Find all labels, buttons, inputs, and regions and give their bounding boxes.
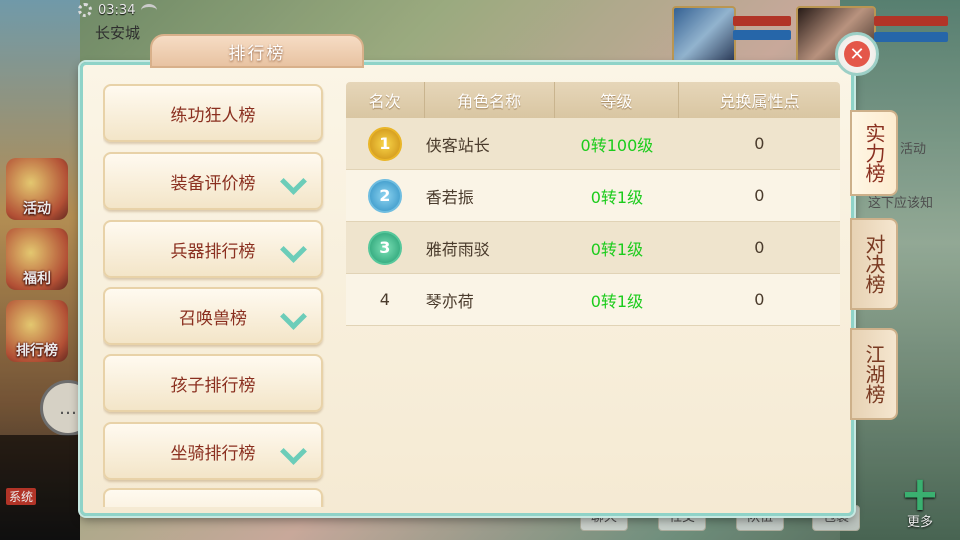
points-cell: 0 — [754, 290, 765, 309]
category-item[interactable]: 坐骑排行榜 — [103, 422, 323, 480]
name-cell: 琴亦荷 — [425, 291, 474, 311]
silver-medal-icon: 2 — [367, 178, 402, 213]
category-list[interactable]: 练功狂人榜 装备评价榜 兵器排行榜 召唤兽榜 孩子排行榜 坐骑排行榜 — [103, 82, 327, 507]
tab-duel[interactable]: 对决榜 — [850, 218, 898, 310]
table-row[interactable]: 2 香若振 0转1级 0 — [346, 170, 840, 222]
name-cell: 侠客站长 — [425, 135, 490, 155]
panel-title: 排行榜 — [150, 34, 364, 68]
tab-label: 对决榜 — [862, 234, 886, 294]
rank-cell: 1 — [346, 118, 424, 169]
category-label: 兵器排行榜 — [170, 241, 256, 262]
category-label: 练功狂人榜 — [170, 105, 256, 126]
close-icon: ✕ — [844, 41, 870, 67]
points-cell: 0 — [754, 238, 765, 257]
rank-cell: 2 — [346, 170, 424, 221]
close-button[interactable]: ✕ — [835, 32, 879, 76]
header-level: 等级 — [555, 82, 679, 118]
name-cell: 香若振 — [425, 187, 474, 207]
gold-medal-icon: 1 — [367, 126, 402, 161]
category-item[interactable]: 装备评价榜 — [103, 152, 323, 210]
tab-label: 实力榜 — [862, 123, 886, 183]
points-cell: 0 — [754, 186, 765, 205]
chevron-down-icon — [280, 168, 307, 195]
header-rank: 名次 — [346, 82, 425, 118]
level-cell: 0转1级 — [590, 187, 644, 207]
level-cell: 0转1级 — [590, 239, 644, 259]
category-item-partial[interactable] — [103, 488, 323, 507]
rank-cell: 4 — [379, 290, 390, 309]
chevron-down-icon — [280, 438, 307, 465]
name-cell: 雅荷雨驳 — [425, 239, 490, 259]
bronze-medal-icon: 3 — [367, 230, 402, 265]
category-item[interactable]: 召唤兽榜 — [103, 287, 323, 345]
level-cell: 0转1级 — [590, 291, 644, 311]
rank-cell: 3 — [346, 222, 424, 273]
category-item[interactable]: 孩子排行榜 — [103, 354, 323, 412]
category-label: 坐骑排行榜 — [170, 443, 256, 464]
table-row[interactable]: 1 侠客站长 0转100级 0 — [346, 118, 840, 170]
tab-jianghu[interactable]: 江湖榜 — [850, 328, 898, 420]
category-item[interactable]: 练功狂人榜 — [103, 84, 323, 142]
chevron-down-icon — [280, 303, 307, 330]
tab-strength[interactable]: 实力榜 — [850, 110, 898, 196]
category-label: 装备评价榜 — [170, 173, 256, 194]
chevron-down-icon — [280, 236, 307, 263]
level-cell: 0转100级 — [580, 135, 654, 155]
header-points: 兑换属性点 — [719, 92, 800, 111]
table-header: 名次 角色名称 等级 兑换属性点 — [346, 82, 840, 118]
category-label: 召唤兽榜 — [179, 308, 247, 329]
header-name: 角色名称 — [425, 82, 555, 118]
tab-label: 江湖榜 — [862, 344, 886, 404]
table-row[interactable]: 4 琴亦荷 0转1级 0 — [346, 274, 840, 326]
points-cell: 0 — [754, 134, 765, 153]
category-item[interactable]: 兵器排行榜 — [103, 220, 323, 278]
table-row[interactable]: 3 雅荷雨驳 0转1级 0 — [346, 222, 840, 274]
category-label: 孩子排行榜 — [170, 375, 256, 396]
ranking-table: 名次 角色名称 等级 兑换属性点 1 侠客站长 0转100级 0 2 香若振 0… — [346, 82, 840, 326]
